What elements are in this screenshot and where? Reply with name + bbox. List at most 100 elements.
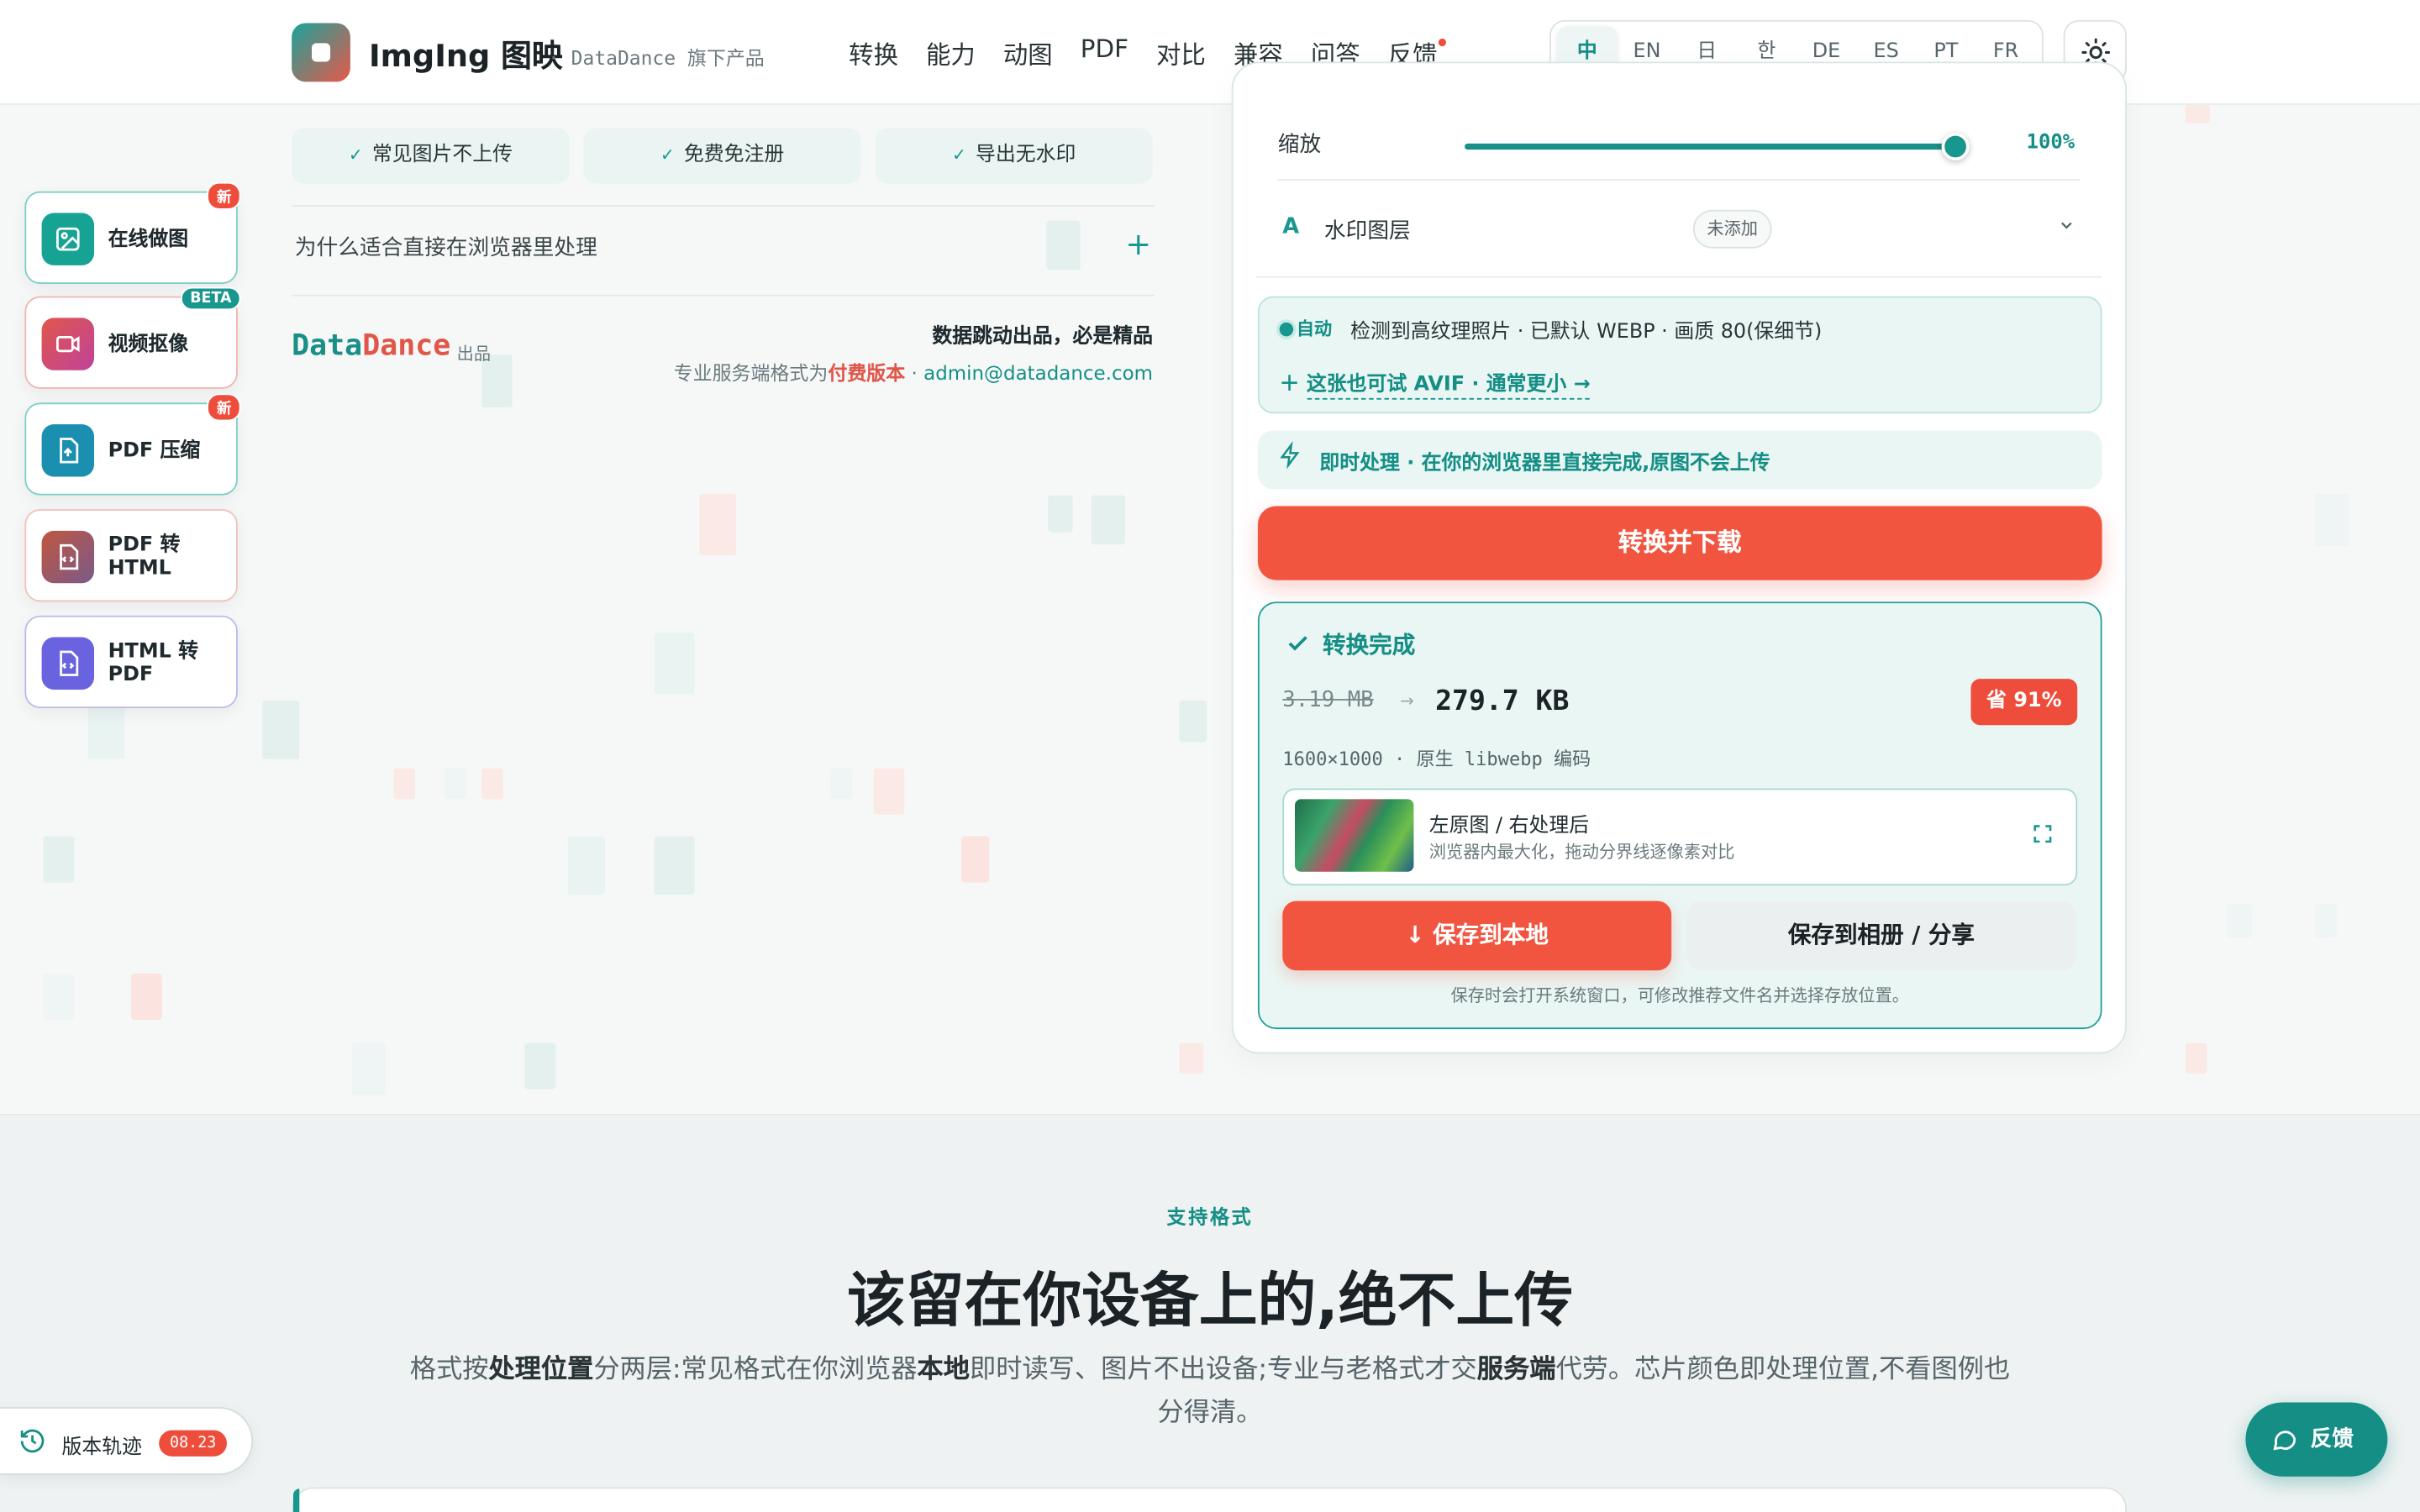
image-edit-icon [41, 213, 95, 265]
compare-subtitle: 浏览器内最大化，拖动分界线逐像素对比 [1428, 842, 1735, 863]
new-badge: 新 [208, 393, 241, 422]
feature-chip-label: 常见图片不上传 [371, 143, 513, 167]
watermark-status-tag: 未添加 [1692, 209, 1772, 249]
tool-label: PDF 转 HTML [108, 533, 181, 580]
tool-label: PDF 压缩 [108, 439, 201, 464]
feedback-fab[interactable]: 反馈 [2245, 1402, 2388, 1477]
chevron-down-icon[interactable] [2057, 216, 2075, 239]
logo-part-a: Data [292, 328, 363, 363]
faq-question: 为什么适合直接在浏览器里处理 [294, 236, 597, 261]
tool-label: 视频抠像 [108, 333, 189, 357]
savings-badge: 省 91% [1970, 679, 2078, 726]
desc-bold: 服务端 [1476, 1354, 1556, 1386]
notification-dot [1437, 37, 1449, 48]
page: ImgIng 图映 · DataDance 旗下产品 转换 能力 动图 PDF … [0, 0, 2420, 1512]
try-avif-link[interactable]: ＋ 这张也可试 AVIF · 通常更小 → [1279, 367, 1591, 400]
divider [1277, 179, 2081, 181]
nav-item-compare[interactable]: 对比 [1156, 34, 1206, 71]
desc-text: 即时读写、图片不出设备;专业与老格式才交 [969, 1354, 1477, 1386]
desc-text: 分两层:常见格式在你浏览器 [593, 1354, 918, 1386]
feature-chip: ✓ 免费免注册 [583, 128, 861, 184]
video-icon [41, 318, 95, 370]
tool-card-pdf-to-html[interactable]: PDF 转 HTML [24, 509, 238, 602]
paid-version-link[interactable]: 付费版本 [828, 361, 905, 385]
radio-dot-icon [1279, 322, 1294, 337]
formats-card [292, 1487, 2127, 1512]
new-size: 279.7 KB [1435, 685, 1570, 718]
check-icon: ✓ [348, 144, 363, 165]
tool-label: 在线做图 [108, 228, 189, 252]
feature-chips: ✓ 常见图片不上传 ✓ 免费免注册 ✓ 导出无水印 [292, 128, 1154, 184]
divider [1256, 276, 2102, 278]
email-link[interactable]: admin@datadance.com [923, 361, 1153, 385]
html-code-icon [41, 637, 95, 690]
expand-icon[interactable] [2031, 822, 2054, 852]
result-title: 转换完成 [1286, 628, 1415, 661]
pdf-code-icon [41, 530, 95, 584]
version-history-button[interactable]: 版本轨迹 08.23 [0, 1407, 254, 1475]
feature-chip-label: 免费免注册 [683, 143, 785, 167]
check-icon: ✓ [952, 144, 966, 165]
instant-info-text: 即时处理 · 在你的浏览器里直接完成,原图不会上传 [1319, 452, 1770, 475]
check-icon: ✓ [660, 144, 675, 165]
chat-icon [2270, 1403, 2298, 1477]
text-style-icon: A [1282, 214, 1300, 239]
version-tag: 08.23 [159, 1430, 228, 1457]
logo-part-b: Dance [362, 328, 451, 363]
nav-item-capabilities[interactable]: 能力 [926, 34, 976, 71]
plus-icon[interactable]: + [1125, 225, 1151, 262]
made-by-label: 出品 [456, 344, 492, 365]
scale-slider-track[interactable] [1465, 143, 1956, 150]
arrow-right-icon: → [1399, 690, 1414, 711]
brand-subtitle: · DataDance 旗下产品 [548, 46, 765, 70]
try-avif-label: 这张也可试 AVIF · 通常更小 → [1306, 373, 1591, 400]
tool-card-pdf-compress[interactable]: PDF 压缩 新 [24, 393, 241, 496]
nav-item-pdf[interactable]: PDF [1081, 34, 1128, 71]
section-description: 格式按处理位置分两层:常见格式在你浏览器本地即时读写、图片不出设备;专业与老格式… [402, 1348, 2019, 1435]
auto-detect-text: 检测到高纹理照片 · 已默认 WEBP · 画质 80(保细节) [1350, 321, 1823, 344]
contact-separator: · [905, 360, 924, 385]
watermark-label[interactable]: 水印图层 [1324, 214, 1411, 245]
feature-chip-label: 导出无水印 [975, 143, 1076, 167]
pdf-compress-icon [41, 424, 95, 477]
tool-card-online-design[interactable]: 在线做图 新 [24, 181, 241, 284]
section-kicker: 支持格式 [1166, 1205, 1254, 1229]
beta-badge: BETA [181, 286, 241, 311]
tool-card-video-matting[interactable]: 视频抠像 BETA [24, 286, 241, 389]
brand-slogan: 数据跳动出品，必是精品 [932, 325, 1154, 349]
desc-text: 格式按 [409, 1354, 489, 1386]
desc-bold: 处理位置 [488, 1354, 594, 1386]
brand-name[interactable]: ImgIng 图映 [369, 31, 563, 76]
lightning-icon [1278, 441, 1302, 475]
nav-item-convert[interactable]: 转换 [849, 34, 898, 71]
contact-prefix: 专业服务端格式为 [673, 360, 829, 385]
plus-icon: ＋ [1279, 373, 1307, 397]
scale-label: 缩放 [1277, 132, 1322, 158]
datadance-logo[interactable]: DataDance [292, 328, 450, 362]
desc-bold: 本地 [917, 1354, 970, 1386]
app-logo[interactable] [292, 23, 350, 82]
convert-download-button[interactable]: 转换并下载 [1257, 506, 2102, 580]
brand-contact: 专业服务端格式为付费版本 · admin@datadance.com [674, 356, 1153, 386]
feedback-fab-label: 反馈 [2310, 1426, 2354, 1452]
save-note: 保存时会打开系统窗口，可修改推荐文件名并选择存放位置。 [1450, 985, 1909, 1006]
scale-slider-thumb[interactable] [1941, 132, 1970, 161]
original-size: 3.19 MB [1282, 688, 1374, 713]
save-local-button[interactable]: ↓ 保存到本地 [1282, 900, 1672, 971]
new-badge: 新 [208, 181, 241, 210]
result-meta: 1600×1000 · 原生 libwebp 编码 [1282, 748, 1591, 770]
tool-card-html-to-pdf[interactable]: HTML 转 PDF [24, 615, 238, 709]
check-icon [1288, 636, 1307, 651]
save-album-button[interactable]: 保存到相册 / 分享 [1686, 900, 2076, 971]
result-title-label: 转换完成 [1323, 631, 1416, 659]
compare-title: 左原图 / 右处理后 [1428, 814, 1590, 838]
section-title: 该留在你设备上的,绝不上传 [846, 1266, 1573, 1335]
feature-chip: ✓ 常见图片不上传 [292, 128, 570, 184]
feature-chip: ✓ 导出无水印 [875, 128, 1154, 184]
result-thumbnail[interactable] [1294, 799, 1414, 872]
nav-item-animation[interactable]: 动图 [1003, 34, 1053, 71]
faq-item[interactable]: 为什么适合直接在浏览器里处理 + [292, 205, 1155, 297]
tool-label: HTML 转 PDF [108, 640, 199, 687]
scale-value: 100% [2026, 131, 2075, 155]
auto-label: 自动 [1296, 318, 1333, 340]
